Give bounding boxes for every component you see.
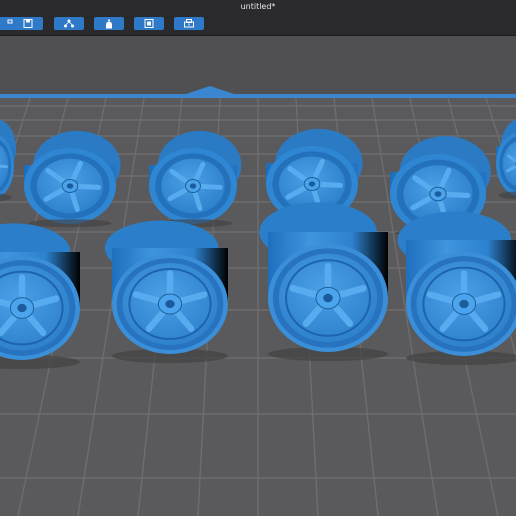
slice-button[interactable] [134, 17, 164, 30]
supports-icon [64, 19, 74, 28]
slice-icon [144, 19, 154, 28]
resin-bottle-icon [106, 19, 112, 28]
plate-marker [186, 86, 234, 94]
3d-viewport[interactable] [0, 36, 516, 516]
save-button[interactable] [13, 17, 43, 30]
resin-button[interactable] [94, 17, 124, 30]
build-plate-scene[interactable] [0, 36, 516, 516]
toolbar [0, 13, 516, 36]
save-icon [23, 19, 33, 28]
window-title: untitled* [0, 0, 516, 13]
print-icon [184, 19, 194, 28]
print-button[interactable] [174, 17, 204, 30]
build-plate-top-edge [0, 94, 516, 98]
supports-button[interactable] [54, 17, 84, 30]
